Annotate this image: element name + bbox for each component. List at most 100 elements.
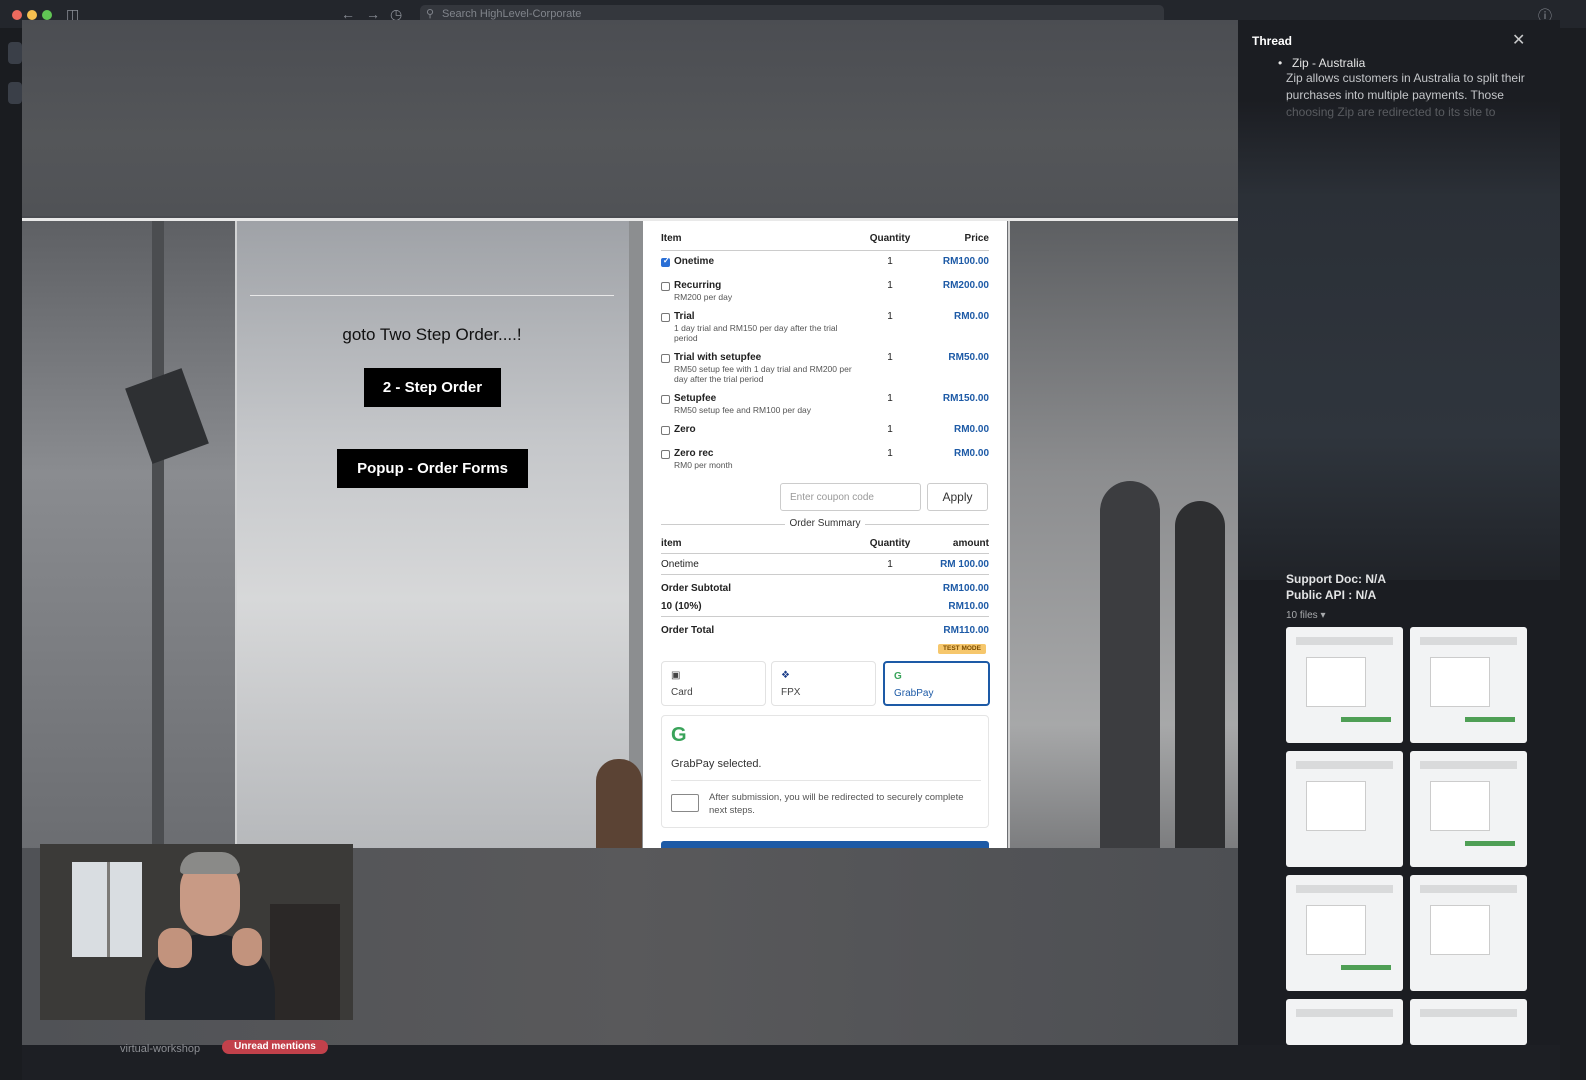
minimize-window-button[interactable] <box>27 10 37 20</box>
product-checkbox[interactable] <box>661 313 670 322</box>
header-price: Price <box>964 233 989 244</box>
product-qty: 1 <box>887 280 893 291</box>
search-icon: ⚲ <box>426 8 435 20</box>
page-heading: goto Two Step Order....! <box>342 325 522 344</box>
file-thumbnail[interactable] <box>1410 751 1527 867</box>
summary-item-name: Onetime <box>661 559 699 570</box>
order-form: Item Quantity Price Onetime 1 RM100.00 R… <box>643 221 1007 848</box>
product-checkbox[interactable] <box>661 426 670 435</box>
product-name: Trial <box>674 311 695 322</box>
product-row[interactable]: Zero 1 RM0.00 <box>661 423 989 447</box>
test-mode-badge: TEST MODE <box>938 644 986 654</box>
thread-bullet: Zip - Australia <box>1278 56 1365 70</box>
file-thumbnail[interactable] <box>1410 875 1527 991</box>
product-qty: 1 <box>887 352 893 363</box>
home-icon[interactable] <box>8 82 22 104</box>
summary-header-amount: amount <box>952 538 989 549</box>
file-thumbnail[interactable] <box>1410 999 1527 1045</box>
summary-item-amount: RM 100.00 <box>940 559 989 570</box>
product-row[interactable]: Setupfee RM50 setup fee and RM100 per da… <box>661 392 989 423</box>
channel-name[interactable]: virtual-workshop <box>120 1043 200 1055</box>
grabpay-redirect-text: After submission, you will be redirected… <box>709 792 964 816</box>
public-api-text: Public API : N/A <box>1286 588 1377 602</box>
thread-title: Thread <box>1252 34 1293 48</box>
thread-fade-overlay <box>1238 100 1560 580</box>
file-thumbnail[interactable] <box>1286 627 1403 743</box>
file-thumbnail[interactable] <box>1410 627 1527 743</box>
coupon-code-input[interactable]: Enter coupon code <box>780 483 921 511</box>
popup-order-forms-button[interactable]: Popup - Order Forms <box>337 449 528 488</box>
tax-label: 10 (10%) <box>661 601 702 612</box>
product-price: RM0.00 <box>953 448 989 459</box>
total-label: Order Total <box>661 625 715 636</box>
payment-tab-card[interactable]: ▣ Card <box>661 661 766 706</box>
apply-coupon-button[interactable]: Apply <box>927 483 988 511</box>
subtotal-value: RM100.00 <box>942 583 989 594</box>
fpx-icon: ❖ <box>781 670 790 681</box>
product-checkbox[interactable] <box>661 256 670 267</box>
product-checkbox[interactable] <box>661 354 670 363</box>
search-placeholder: Search HighLevel-Corporate <box>442 8 582 20</box>
order-summary-title: Order Summary <box>661 518 989 529</box>
close-icon[interactable]: ✕ <box>1512 30 1525 50</box>
product-row[interactable]: Trial with setupfee RM50 setup fee with … <box>661 351 989 392</box>
product-checkbox[interactable] <box>661 450 670 459</box>
redirect-window-icon <box>671 794 699 812</box>
card-icon: ▣ <box>671 670 681 681</box>
total-value: RM110.00 <box>943 625 989 636</box>
thread-panel: Thread ✕ Zip - Australia Zip allows cust… <box>1238 20 1560 1045</box>
product-name: Zero <box>674 424 696 435</box>
background-crowd-photo-right <box>1008 221 1238 848</box>
close-window-button[interactable] <box>12 10 22 20</box>
product-checkbox[interactable] <box>661 282 670 291</box>
screenshot-preview[interactable]: goto Two Step Order....! 2 - Step Order … <box>22 218 1238 848</box>
summary-item-qty: 1 <box>887 559 893 570</box>
product-qty: 1 <box>887 448 893 459</box>
payment-tab-fpx[interactable]: ❖ FPX <box>771 661 876 706</box>
product-qty: 1 <box>887 256 893 267</box>
total-row: Order Total RM110.00 <box>661 625 989 641</box>
product-row[interactable]: Recurring RM200 per day 1 RM200.00 <box>661 279 989 310</box>
submit-button[interactable] <box>661 841 989 848</box>
video-call-window[interactable] <box>40 844 353 1020</box>
file-thumbnail[interactable] <box>1286 999 1403 1045</box>
product-price: RM100.00 <box>942 256 989 267</box>
product-checkbox[interactable] <box>661 395 670 404</box>
payment-tab-grabpay[interactable]: G GrabPay <box>883 661 990 706</box>
zoom-window-button[interactable] <box>42 10 52 20</box>
files-toggle[interactable]: 10 files ▾ <box>1286 610 1326 621</box>
summary-header-item: item <box>661 538 682 549</box>
grabpay-selected-text: GrabPay selected. <box>671 758 762 770</box>
tax-value: RM10.00 <box>948 601 989 612</box>
product-qty: 1 <box>887 393 893 404</box>
right-edge-background <box>1560 28 1586 1080</box>
summary-header-quantity: Quantity <box>869 538 911 549</box>
unread-mentions-badge[interactable]: Unread mentions <box>222 1040 328 1054</box>
background-sky-photo <box>235 221 629 848</box>
product-row[interactable]: Onetime 1 RM100.00 <box>661 255 989 279</box>
workspace-rail <box>0 28 22 1080</box>
chevron-down-icon: ▾ <box>1320 610 1326 621</box>
file-thumbnail[interactable] <box>1286 875 1403 991</box>
product-description: 1 day trial and RM150 per day after the … <box>674 323 838 343</box>
product-name: Zero rec <box>674 448 714 459</box>
header-item: Item <box>661 233 682 244</box>
product-description: RM200 per day <box>674 292 733 302</box>
two-step-order-button[interactable]: 2 - Step Order <box>364 368 501 407</box>
grabpay-logo-icon: G <box>671 724 687 746</box>
product-row[interactable]: Trial 1 day trial and RM150 per day afte… <box>661 310 989 351</box>
divider <box>671 780 981 781</box>
summary-line-item: Onetime 1 RM 100.00 <box>661 559 989 575</box>
product-description: RM50 setup fee and RM100 per day <box>674 405 812 415</box>
person-hair-photo <box>596 759 642 848</box>
product-qty: 1 <box>887 424 893 435</box>
subtotal-row: Order Subtotal RM100.00 <box>661 583 989 599</box>
files-count: 10 files <box>1286 610 1318 621</box>
product-row[interactable]: Zero rec RM0 per month 1 RM0.00 <box>661 447 989 471</box>
file-thumbnail[interactable] <box>1286 751 1403 867</box>
workspace-icon[interactable] <box>8 42 22 64</box>
header-quantity: Quantity <box>869 233 911 244</box>
product-price: RM200.00 <box>942 280 989 291</box>
grabpay-panel: G GrabPay selected. After submission, yo… <box>661 715 989 828</box>
product-name: Onetime <box>674 256 715 267</box>
